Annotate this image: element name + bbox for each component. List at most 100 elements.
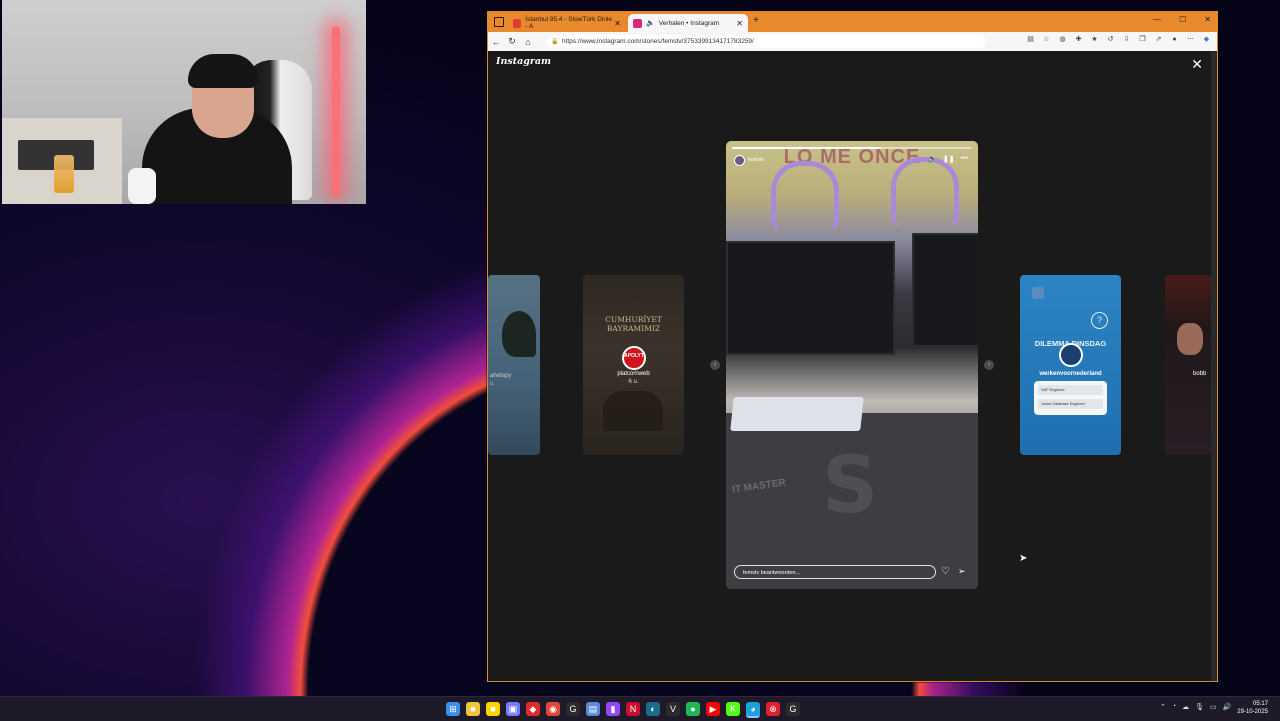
file-explorer-icon[interactable]: ■ — [466, 702, 480, 716]
previous-story-icon[interactable]: ‹ — [710, 360, 720, 370]
story-card-left-edge[interactable]: ahetapy u. — [488, 275, 540, 455]
story-username: bobb — [1193, 371, 1207, 377]
logo-icon — [1032, 287, 1044, 299]
vscode-icon[interactable]: V — [666, 702, 680, 716]
downloads-icon[interactable]: ⇩ — [1122, 35, 1131, 44]
browser-window: İstanbul 95.4 - SlowTürk Dinle - A ✕ 🔈 V… — [487, 11, 1218, 682]
avatar-text: APOLYT — [624, 353, 644, 359]
reply-input[interactable]: femstv beantwoorden... — [734, 565, 936, 579]
chrome-icon[interactable]: ◉ — [546, 702, 560, 716]
lock-icon: 🔒 — [551, 39, 559, 45]
back-icon[interactable]: ← — [488, 37, 504, 47]
puzzle-icon[interactable]: ✚ — [1074, 35, 1083, 44]
window-controls: — ☐ ✕ — [1153, 15, 1211, 24]
red-diamond-icon[interactable]: ◆ — [526, 702, 540, 716]
headset-image — [891, 157, 959, 226]
system-tray: ⌃ ◔ ☁ 🎙 ▭ 🔊 — [1160, 703, 1231, 711]
webcam-glass — [54, 155, 74, 193]
steam-icon[interactable]: ◐ — [646, 702, 660, 716]
webcam-cup — [128, 168, 156, 204]
maximize-icon[interactable]: ☐ — [1179, 15, 1186, 24]
close-tab-icon[interactable]: ✕ — [614, 19, 621, 28]
mute-icon[interactable]: 🔈 — [928, 155, 937, 163]
kick-icon[interactable]: K — [726, 702, 740, 716]
taskbar: ⊞ ■ ■ ▣ ◆ ◉ G ▤ ▮ N ◐ V ● ▶ K ◕ ⊗ G ⌃ ◔ ☁ 🎙 ▭ 🔊 05:17 29-… — [0, 696, 1280, 721]
story-time: 6 u. — [628, 379, 639, 385]
refresh-icon[interactable]: ↻ — [504, 36, 520, 47]
g-app2-icon[interactable]: G — [786, 702, 800, 716]
tab-radio[interactable]: İstanbul 95.4 - SlowTürk Dinle - A ✕ — [508, 14, 626, 32]
avatar — [1059, 343, 1083, 367]
tab-title: Verhalen • Instagram — [658, 19, 720, 27]
tab-title: İstanbul 95.4 - SlowTürk Dinle - A — [525, 16, 613, 30]
volume-icon[interactable]: 🔊 — [1223, 703, 1232, 711]
youtube-icon[interactable]: ▶ — [706, 702, 720, 716]
reader-icon[interactable]: ▤ — [1026, 35, 1035, 44]
poll-option: SAP Engineer — [1038, 385, 1103, 395]
close-tab-icon[interactable]: ✕ — [736, 19, 743, 28]
close-window-icon[interactable]: ✕ — [1204, 15, 1211, 24]
palm-tree-image — [502, 311, 536, 357]
collections-icon[interactable]: ❐ — [1138, 35, 1147, 44]
g-app-icon[interactable]: G — [566, 702, 580, 716]
more-icon[interactable]: ⋯ — [1186, 35, 1195, 44]
edge-icon[interactable]: ◕ — [746, 702, 760, 718]
copilot-icon[interactable]: ◆ — [1202, 35, 1211, 44]
profile-icon[interactable]: ● — [1170, 35, 1179, 44]
story-controls: 🔈 ❚❚ ••• — [928, 155, 968, 163]
sticky-notes-icon[interactable]: ■ — [486, 702, 500, 716]
onedrive-icon[interactable]: ☁ — [1182, 703, 1189, 711]
heart-icon[interactable]: ♡ — [941, 566, 950, 577]
tab-instagram[interactable]: 🔈 Verhalen • Instagram ✕ — [628, 14, 748, 32]
clock-date: 29-10-2025 — [1237, 709, 1268, 715]
story-username: platcornweb — [617, 371, 650, 377]
page-content: Instagram ✕ ahetapy u. CUMHURİYET BAYRAM… — [488, 51, 1217, 681]
extension-icon[interactable]: ◍ — [1058, 35, 1067, 44]
spotify-icon[interactable]: ● — [686, 702, 700, 716]
main-story[interactable]: LO ME ONCE S IT MASTER femstv 🔈 ❚❚ ••• f… — [726, 141, 978, 589]
start-icon[interactable]: ⊞ — [446, 702, 460, 716]
headset-image — [771, 161, 839, 230]
webcam-light-bar — [332, 26, 340, 196]
opera-icon[interactable]: ⊗ — [766, 702, 780, 716]
story-card-right-edge[interactable]: bobb — [1165, 275, 1211, 455]
twitch-icon[interactable]: ▮ — [606, 702, 620, 716]
monitor-image — [726, 241, 895, 355]
story-username[interactable]: femstv — [748, 157, 764, 163]
pause-icon[interactable]: ❚❚ — [943, 155, 955, 163]
send-icon[interactable]: ➢ — [958, 566, 966, 577]
tab-actions-icon[interactable] — [494, 17, 504, 27]
mat-logo: S — [822, 441, 879, 531]
chevron-up-icon[interactable]: ⌃ — [1160, 703, 1166, 711]
home-icon[interactable]: ⌂ — [520, 37, 536, 47]
close-icon[interactable]: ✕ — [1191, 56, 1203, 73]
mosque-image — [603, 391, 663, 431]
story-progress-fill — [732, 147, 881, 149]
capture-icon[interactable]: ▣ — [506, 702, 520, 716]
favorite-star-icon[interactable]: ☆ — [1042, 35, 1051, 44]
story-time: u. — [490, 381, 496, 387]
netflix-icon[interactable]: N — [626, 702, 640, 716]
avatar[interactable] — [734, 155, 745, 166]
address-bar[interactable]: 🔒 https://www.instagram.com/stories/fems… — [546, 35, 986, 48]
avatar: APOLYT — [622, 346, 646, 370]
share-icon[interactable]: ⇗ — [1154, 35, 1163, 44]
clock[interactable]: 05:17 29-10-2025 — [1237, 700, 1268, 716]
story-username: werkenvoornederland — [1039, 371, 1102, 377]
notepad-icon[interactable]: ▤ — [586, 702, 600, 716]
more-icon[interactable]: ••• — [961, 155, 968, 163]
network-icon[interactable]: ◔ — [1172, 703, 1176, 711]
monitor-icon[interactable]: ▭ — [1210, 703, 1217, 711]
story-card-right[interactable]: ? DILEMMA DINSDAG werkenvoornederland SA… — [1020, 275, 1121, 455]
instagram-logo[interactable]: Instagram — [496, 56, 551, 67]
new-tab-button[interactable]: + — [753, 15, 759, 26]
question-icon: ? — [1091, 312, 1108, 329]
story-username: ahetapy — [490, 373, 512, 379]
history-icon[interactable]: ↺ — [1106, 35, 1115, 44]
next-story-icon[interactable]: › — [984, 360, 994, 370]
microphone-icon[interactable]: 🎙 — [1195, 703, 1204, 711]
scrollbar[interactable] — [1211, 51, 1217, 681]
favorites-icon[interactable]: ★ — [1090, 35, 1099, 44]
story-card-left[interactable]: CUMHURİYET BAYRAMIMIZ APOLYT platcornweb… — [583, 275, 684, 455]
minimize-icon[interactable]: — — [1153, 15, 1161, 24]
